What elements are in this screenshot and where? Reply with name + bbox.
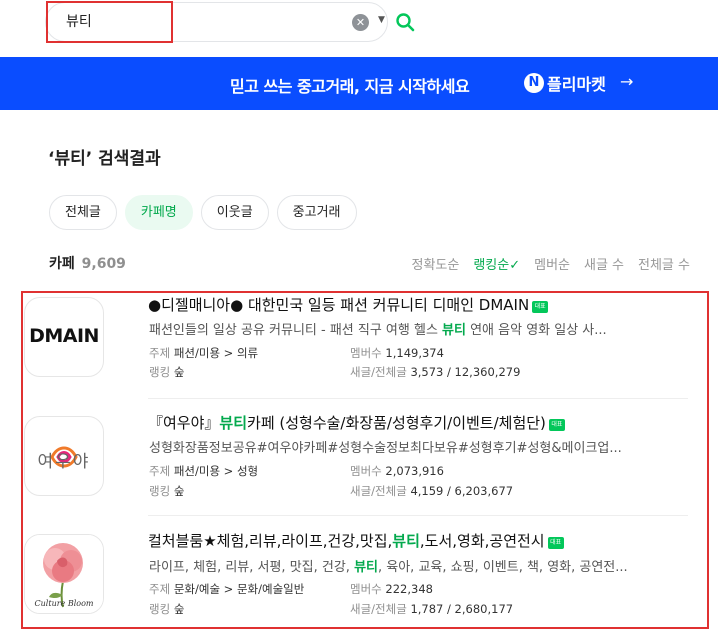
- sort-total-posts[interactable]: 전체글 수: [638, 254, 690, 273]
- tab-cafe-name[interactable]: 카페명: [124, 195, 193, 230]
- cafe-thumbnail[interactable]: DMAIN: [24, 297, 104, 377]
- tab-used-trade[interactable]: 중고거래: [276, 195, 357, 230]
- rank-value: 숲: [173, 484, 185, 498]
- posts-value: 3,573 / 12,360,279: [410, 365, 521, 379]
- sort-ranking[interactable]: 랭킹순✓: [473, 254, 520, 273]
- chevron-down-icon[interactable]: ▼: [378, 15, 385, 25]
- topic-label: 주제: [149, 582, 171, 596]
- cafe-rank: 랭킹 숲: [149, 364, 184, 380]
- desc-text-rest: , 육아, 교육, 쇼핑, 이벤트, 책, 영화, 공연전...: [378, 560, 628, 575]
- members-value: 222,348: [385, 582, 433, 596]
- tab-all-posts[interactable]: 전체글: [49, 195, 117, 230]
- desc-text: 라이프, 체험, 리뷰, 서평, 맛집, 건강,: [149, 560, 355, 575]
- arrow-right-icon: →: [620, 72, 634, 91]
- members-value: 2,073,916: [385, 464, 444, 478]
- search-input[interactable]: [66, 13, 266, 29]
- promo-banner[interactable]: 믿고 쓰는 중고거래, 지금 시작하세요 N 플리마켓 →: [0, 57, 718, 110]
- rank-value: 숲: [173, 365, 185, 379]
- posts-label: 새글/전체글: [350, 365, 407, 379]
- count-label: 카페: [49, 256, 75, 272]
- cafe-logo: DMAIN: [29, 325, 99, 347]
- banner-text: 믿고 쓰는 중고거래, 지금 시작하세요: [230, 77, 470, 96]
- cafe-rank: 랭킹 숲: [149, 601, 184, 617]
- divider: [148, 398, 688, 399]
- members-label: 멤버수: [350, 582, 382, 596]
- clear-icon[interactable]: ✕: [352, 14, 369, 31]
- rank-label: 랭킹: [149, 484, 171, 498]
- posts-value: 4,159 / 6,203,677: [410, 484, 514, 498]
- rank-label: 랭킹: [149, 365, 171, 379]
- members-label: 멤버수: [350, 346, 382, 360]
- members-value: 1,149,374: [385, 346, 444, 360]
- n-logo-icon: N: [524, 73, 544, 93]
- cafe-name[interactable]: ●디젤매니아● 대한민국 일등 패션 커뮤니티 디매인 DMAIN 대표: [148, 294, 549, 315]
- cafe-name[interactable]: 컬처블룸★체험,리뷰,라이프,건강,맛집,뷰티,도서,영화,공연전시 대표: [148, 530, 564, 551]
- cafe-logo: 여우야: [37, 452, 91, 472]
- count-value: 9,609: [81, 256, 126, 272]
- cafe-topic: 주제 문화/예술 > 문화/예술일반: [149, 581, 304, 597]
- cafe-description: 성형화장품정보공유#여우야카페#성형수술정보최다보유#성형후기#성형&메이크업.…: [149, 437, 689, 456]
- cafe-thumbnail[interactable]: 여우야: [24, 416, 104, 496]
- cafe-name-text: 『여우야』: [148, 414, 220, 432]
- cafe-name-highlight: 뷰티: [219, 414, 248, 432]
- sort-new-posts[interactable]: 새글 수: [584, 254, 624, 273]
- members-label: 멤버수: [350, 464, 382, 478]
- cafe-rank: 랭킹 숲: [149, 483, 184, 499]
- desc-text-rest: 연애 음악 영화 일상 사...: [465, 323, 607, 338]
- cafe-name[interactable]: 『여우야』뷰티카페 (성형수술/화장품/성형후기/이벤트/체험단) 대표: [148, 412, 565, 433]
- desc-text: 성형화장품정보공유#여우야카페#성형수술정보최다보유#성형후기#성형&메이크업.…: [149, 441, 622, 456]
- banner-brand: 플리마켓: [547, 75, 606, 94]
- search-box[interactable]: ✕ ▼: [45, 2, 415, 42]
- desc-highlight: 뷰티: [442, 323, 466, 338]
- rank-value: 숲: [173, 602, 185, 616]
- cafe-name-rest: 카페 (성형수술/화장품/성형후기/이벤트/체험단): [247, 414, 546, 432]
- cafe-posts: 새글/전체글 3,573 / 12,360,279: [350, 364, 520, 380]
- rep-badge: 대표: [532, 301, 549, 313]
- tab-neighbor-posts[interactable]: 이웃글: [200, 195, 269, 230]
- posts-label: 새글/전체글: [350, 484, 407, 498]
- result-highlight-box: [21, 291, 709, 629]
- sort-members[interactable]: 멤버순: [534, 254, 570, 273]
- topic-value: 문화/예술 > 문화/예술일반: [173, 582, 305, 596]
- page-title: ‘뷰티’ 검색결과: [48, 149, 161, 169]
- cafe-name-text: ●디젤매니아● 대한민국 일등 패션 커뮤니티 디매인 DMAIN: [148, 296, 530, 314]
- cafe-members: 멤버수 1,149,374: [350, 345, 444, 361]
- filter-tabs: 전체글 카페명 이웃글 중고거래: [49, 195, 357, 230]
- rep-badge: 대표: [548, 419, 565, 431]
- cafe-name-highlight: 뷰티: [392, 532, 420, 550]
- rank-label: 랭킹: [149, 602, 171, 616]
- posts-label: 새글/전체글: [350, 602, 407, 616]
- cafe-name-rest: ,도서,영화,공연전시: [419, 532, 545, 550]
- cafe-thumbnail[interactable]: Culture Bloom: [24, 534, 104, 614]
- topic-label: 주제: [149, 464, 171, 478]
- result-count: 카페 9,609: [49, 253, 126, 273]
- banner-logo: N 플리마켓: [524, 71, 606, 95]
- desc-text: 패션인들의 일상 공유 커뮤니티 - 패션 직구 여행 헬스: [149, 323, 443, 338]
- search-icon[interactable]: [395, 12, 415, 32]
- sort-options: 정확도순 랭킹순✓ 멤버순 새글 수 전체글 수: [411, 254, 690, 273]
- cafe-description: 라이프, 체험, 리뷰, 서평, 맛집, 건강, 뷰티, 육아, 교육, 쇼핑,…: [149, 556, 689, 575]
- cafe-logo: Culture Bloom: [34, 599, 94, 608]
- desc-highlight: 뷰티: [354, 560, 378, 575]
- cafe-description: 패션인들의 일상 공유 커뮤니티 - 패션 직구 여행 헬스 뷰티 연애 음악 …: [149, 319, 689, 338]
- sort-accuracy[interactable]: 정확도순: [411, 254, 459, 273]
- topic-label: 주제: [149, 346, 171, 360]
- cafe-topic: 주제 패션/미용 > 의류: [149, 345, 258, 361]
- rep-badge: 대표: [547, 537, 564, 549]
- cafe-topic: 주제 패션/미용 > 성형: [149, 463, 258, 479]
- cafe-posts: 새글/전체글 1,787 / 2,680,177: [350, 601, 513, 617]
- divider: [148, 515, 688, 516]
- topic-value: 패션/미용 > 의류: [173, 346, 259, 360]
- topic-value: 패션/미용 > 성형: [173, 464, 259, 478]
- cafe-name-text: 컬처블룸★체험,리뷰,라이프,건강,맛집,: [148, 532, 393, 550]
- cafe-members: 멤버수 2,073,916: [350, 463, 444, 479]
- cafe-members: 멤버수 222,348: [350, 581, 433, 597]
- cafe-posts: 새글/전체글 4,159 / 6,203,677: [350, 483, 513, 499]
- posts-value: 1,787 / 2,680,177: [410, 602, 514, 616]
